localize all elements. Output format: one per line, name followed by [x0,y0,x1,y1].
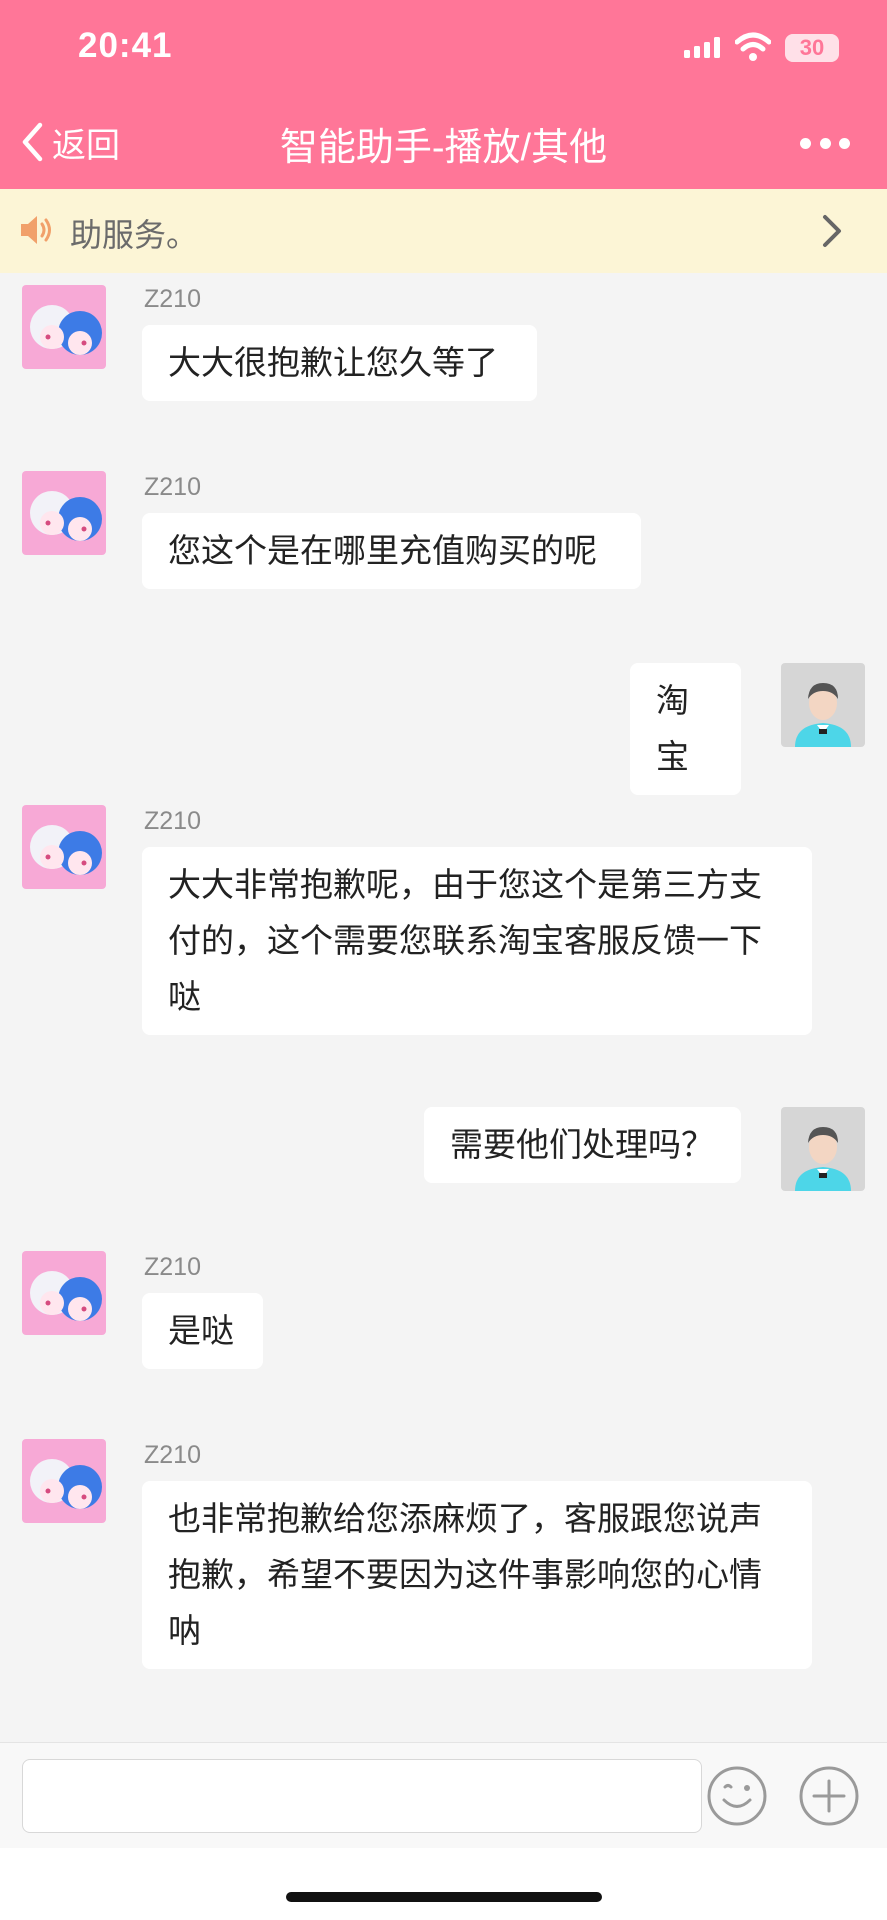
agent-avatar [22,805,106,889]
battery-icon: 30 [785,34,839,62]
chevron-right-icon [823,215,841,247]
message-bubble: 也非常抱歉给您添麻烦了，客服跟您说声抱歉，希望不要因为这件事影响您的心情呐 [142,1481,812,1669]
battery-level: 30 [799,35,825,60]
message-received: Z210 是哒 [0,1239,887,1389]
sender-name: Z210 [144,1441,201,1469]
message-sent: 淘宝 [0,663,887,795]
notice-text: 助服务。 [70,217,199,253]
user-avatar [781,663,865,747]
emoji-icon[interactable] [706,1765,768,1827]
message-received: Z210 大大很抱歉让您久等了 [0,273,887,423]
speaker-icon [21,216,51,244]
plus-icon[interactable] [798,1765,860,1827]
agent-avatar [22,285,106,369]
sender-name: Z210 [144,807,201,835]
message-bubble: 大大非常抱歉呢，由于您这个是第三方支付的，这个需要您联系淘宝客服反馈一下哒 [142,847,812,1035]
more-icon [839,137,850,149]
sender-name: Z210 [144,473,201,501]
header: 20:41 30 返回 智能助手-播放/其他 [0,0,887,189]
message-received: Z210 也非常抱歉给您添麻烦了，客服跟您说声抱歉，希望不要因为这件事影响您的心… [0,1427,887,1707]
message-bubble: 是哒 [142,1293,263,1369]
message-bubble: 大大很抱歉让您久等了 [142,325,537,401]
message-input[interactable] [22,1759,702,1833]
message-bubble: 您这个是在哪里充值购买的呢 [142,513,641,589]
back-button[interactable]: 返回 [20,118,120,166]
agent-avatar [22,471,106,555]
wifi-icon [735,32,771,61]
home-area [0,1848,887,1920]
message-received: Z210 大大非常抱歉呢，由于您这个是第三方支付的，这个需要您联系淘宝客服反馈一… [0,793,887,1073]
message-bubble: 淘宝 [630,663,741,795]
agent-avatar [22,1439,106,1523]
home-indicator[interactable] [286,1892,602,1902]
message-received: Z210 您这个是在哪里充值购买的呢 [0,459,887,609]
message-sent: 需要他们处理吗？ [0,1107,887,1207]
page-title: 智能助手-播放/其他 [279,127,608,169]
more-icon [819,137,831,149]
input-bar [0,1742,887,1848]
chat-list[interactable]: Z210 大大很抱歉让您久等了 Z210 您这个是在哪里充值购买的呢 淘宝 Z2… [0,273,887,1743]
agent-avatar [22,1251,106,1335]
chevron-left-icon [22,122,43,162]
more-icon [800,137,811,149]
signal-icon [684,37,720,58]
back-label: 返回 [52,126,120,165]
notice-bar[interactable]: 助服务。 [0,189,887,273]
sender-name: Z210 [144,1253,201,1281]
status-time: 20:41 [78,26,173,65]
user-avatar [781,1107,865,1191]
sender-name: Z210 [144,285,201,313]
message-bubble: 需要他们处理吗？ [424,1107,741,1183]
more-button[interactable] [800,128,850,158]
